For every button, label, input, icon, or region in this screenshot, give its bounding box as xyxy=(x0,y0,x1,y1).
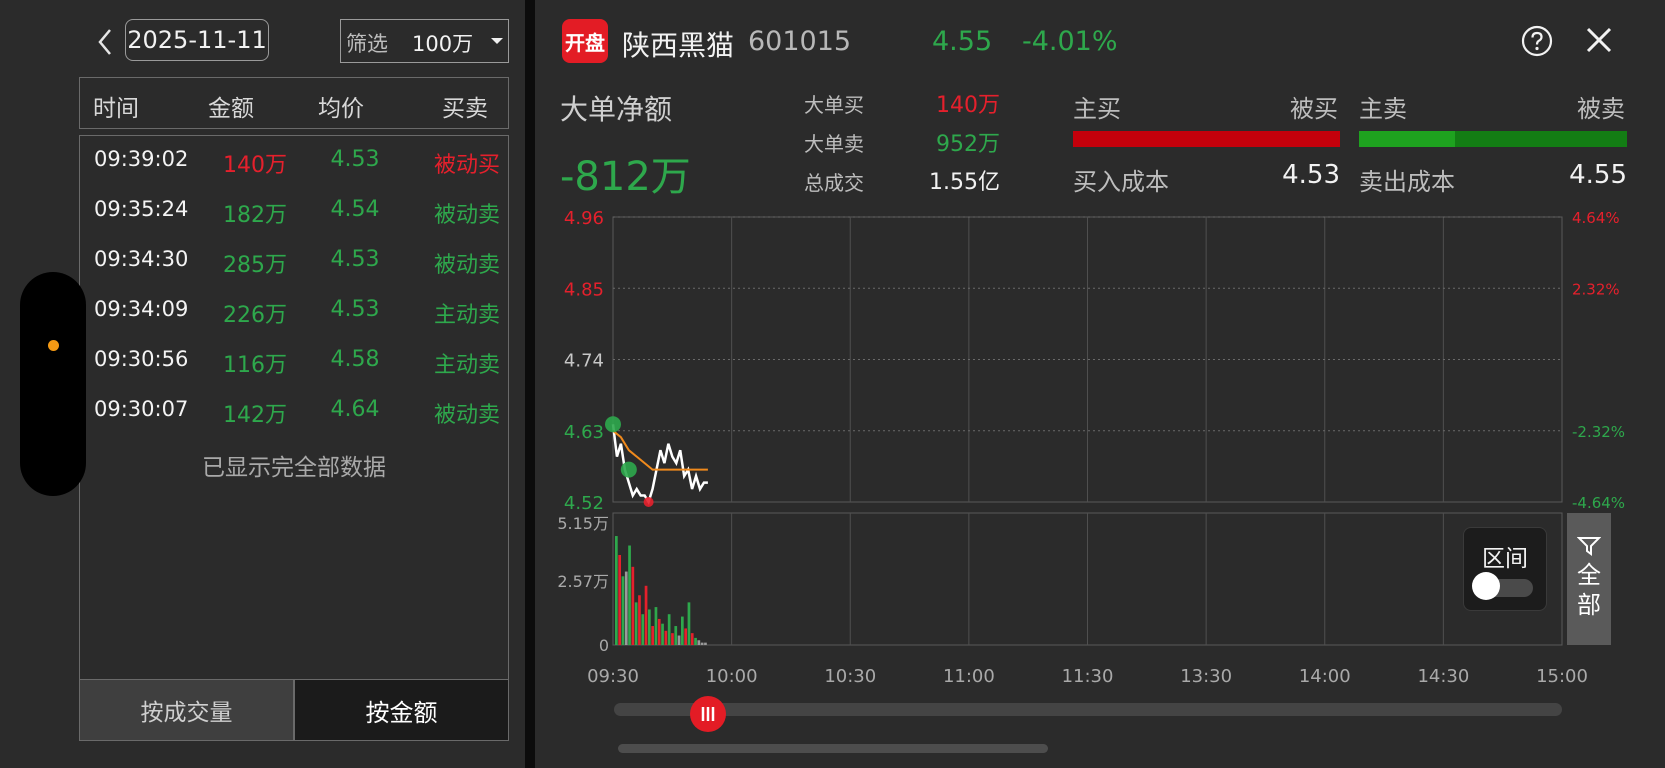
volume-bar xyxy=(674,626,678,645)
right-tick-label: -4.64% xyxy=(1572,494,1625,512)
range-toggle-knob[interactable] xyxy=(1472,572,1500,600)
right-tick-label: 2.32% xyxy=(1572,280,1620,298)
x-tick-label: 10:30 xyxy=(824,666,876,687)
y-tick-label: 4.63 xyxy=(564,422,604,443)
volume-bar xyxy=(694,637,697,645)
y-tick-label: 4.52 xyxy=(564,493,604,514)
volume-bar xyxy=(644,585,648,645)
x-tick-label: 13:30 xyxy=(1180,666,1232,687)
x-tick-label: 15:00 xyxy=(1536,666,1588,687)
volume-tick-label: 2.57万 xyxy=(557,572,609,591)
volume-tick-label: 5.15万 xyxy=(557,514,609,533)
x-tick-label: 09:30 xyxy=(587,666,639,687)
volume-bar xyxy=(684,628,687,645)
x-tick-label: 14:30 xyxy=(1417,666,1469,687)
volume-bar xyxy=(700,642,704,645)
volume-bar xyxy=(677,635,681,645)
volume-bar xyxy=(638,595,641,645)
x-tick-label: 14:00 xyxy=(1299,666,1351,687)
volume-bar xyxy=(648,609,651,645)
volume-bar xyxy=(697,640,701,645)
range-label: 区间 xyxy=(1482,546,1528,572)
volume-bar xyxy=(651,626,654,645)
x-tick-label: 10:00 xyxy=(706,666,758,687)
volume-bar xyxy=(624,571,628,645)
right-tick-label: -2.32% xyxy=(1572,423,1625,441)
volume-bar xyxy=(681,616,684,645)
right-tick-label: 4.64% xyxy=(1572,209,1620,227)
volume-bar xyxy=(628,545,631,645)
x-tick-label: 11:30 xyxy=(1062,666,1114,687)
price-chart: 4.96 4.85 4.74 4.63 4.52 4.64% 2.32% -2.32% -4.6… xyxy=(557,208,1625,687)
volume-bar xyxy=(664,630,668,645)
volume-bar xyxy=(615,536,618,645)
grip-icon xyxy=(701,707,715,721)
volume-bar xyxy=(641,614,645,645)
volume-bar xyxy=(661,623,664,645)
volume-bar xyxy=(631,566,635,645)
volume-bar xyxy=(690,633,694,645)
volume-bar xyxy=(667,614,671,645)
x-tick-label: 11:00 xyxy=(943,666,995,687)
filter-icon xyxy=(1577,537,1601,556)
y-tick-label: 4.74 xyxy=(564,351,604,372)
volume-bar xyxy=(687,602,691,645)
volume-bar xyxy=(657,618,661,645)
volume-bar xyxy=(634,602,638,645)
y-tick-label: 4.96 xyxy=(564,208,604,229)
volume-bar xyxy=(671,633,674,645)
trade-marker xyxy=(643,497,654,507)
volume-bar xyxy=(704,642,707,645)
volume-tick-label: 0 xyxy=(599,636,609,655)
horizontal-scrollbar[interactable] xyxy=(618,744,1048,753)
trade-marker xyxy=(605,416,621,433)
y-tick-label: 4.85 xyxy=(564,279,604,300)
volume-bar xyxy=(621,576,625,645)
volume-bar xyxy=(618,554,621,645)
all-filter-label: 全部 xyxy=(1577,561,1601,619)
trade-marker xyxy=(620,461,637,478)
volume-bar xyxy=(654,607,658,645)
time-slider-track[interactable] xyxy=(614,703,1562,716)
